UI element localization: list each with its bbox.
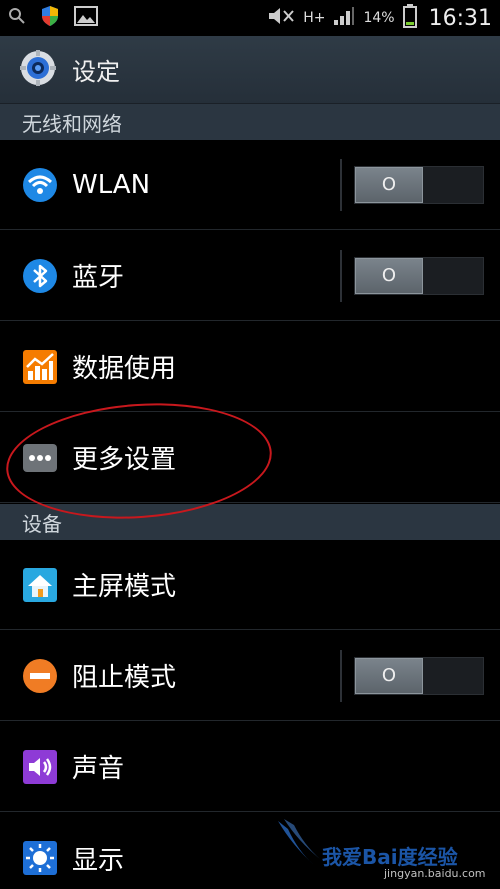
- signal-icon: [333, 6, 355, 30]
- section-title: 设备: [22, 511, 62, 536]
- block-mode-toggle[interactable]: O: [354, 656, 484, 695]
- wifi-icon: [22, 167, 58, 203]
- mute-icon: [267, 6, 295, 30]
- wlan-toggle-wrap: O: [340, 158, 484, 211]
- settings-item-label: 显示: [72, 845, 125, 876]
- toggle-symbol: O: [381, 665, 397, 686]
- status-left-icons: [8, 5, 98, 31]
- section-header-device: 设备: [0, 504, 500, 540]
- sound-icon: [22, 749, 58, 785]
- page-title: 设定: [72, 58, 120, 86]
- divider: [340, 649, 342, 702]
- section-header-wireless: 无线和网络: [0, 104, 500, 140]
- shield-icon: [40, 5, 60, 31]
- settings-item-label: WLAN: [72, 169, 151, 200]
- settings-item-label: 更多设置: [72, 445, 177, 475]
- toggle-thumb: O: [355, 657, 423, 694]
- settings-item-bluetooth[interactable]: 蓝牙 O: [0, 231, 500, 321]
- watermark-url: jingyan.baidu.com: [384, 867, 486, 880]
- toggle-symbol: O: [381, 174, 397, 195]
- home-icon: [22, 567, 58, 603]
- watermark-text: 我爱Bai度经验: [322, 845, 458, 869]
- settings-item-sound[interactable]: 声音: [0, 722, 500, 812]
- settings-item-data-usage[interactable]: 数据使用: [0, 322, 500, 412]
- settings-item-wlan[interactable]: WLAN O: [0, 140, 500, 230]
- battery-percent: 14%: [363, 10, 395, 26]
- settings-item-label: 声音: [72, 754, 125, 784]
- settings-item-home-mode[interactable]: 主屏模式: [0, 540, 500, 630]
- display-icon: [22, 840, 58, 876]
- settings-gear-icon[interactable]: [18, 48, 58, 92]
- toggle-thumb: O: [355, 166, 423, 203]
- image-icon: [74, 6, 98, 30]
- status-time: 16:31: [428, 5, 492, 31]
- settings-item-label: 主屏模式: [72, 572, 177, 602]
- battery-icon: [402, 4, 417, 32]
- wlan-toggle[interactable]: O: [354, 165, 484, 204]
- status-bar: H+ 14% 16:31: [0, 0, 500, 36]
- toggle-thumb: O: [355, 257, 423, 294]
- bluetooth-toggle[interactable]: O: [354, 256, 484, 295]
- divider: [340, 158, 342, 211]
- network-type: H+: [303, 10, 326, 26]
- bluetooth-icon: [22, 258, 58, 294]
- settings-item-label: 数据使用: [72, 354, 177, 384]
- data-usage-icon: [22, 349, 58, 385]
- settings-item-label: 阻止模式: [72, 663, 177, 693]
- toggle-symbol: O: [381, 265, 397, 286]
- watermark: 我爱Bai度经验 jingyan.baidu.com: [274, 811, 494, 883]
- status-right-icons: H+ 14% 16:31: [267, 4, 492, 32]
- search-icon: [8, 7, 26, 29]
- bluetooth-toggle-wrap: O: [340, 249, 484, 302]
- settings-item-more[interactable]: 更多设置: [0, 413, 500, 503]
- title-bar: 设定: [0, 36, 500, 104]
- block-icon: [22, 658, 58, 694]
- block-mode-toggle-wrap: O: [340, 649, 484, 702]
- section-title: 无线和网络: [22, 111, 122, 136]
- divider: [340, 249, 342, 302]
- settings-item-block-mode[interactable]: 阻止模式 O: [0, 631, 500, 721]
- settings-item-label: 蓝牙: [72, 263, 125, 293]
- more-icon: [22, 440, 58, 476]
